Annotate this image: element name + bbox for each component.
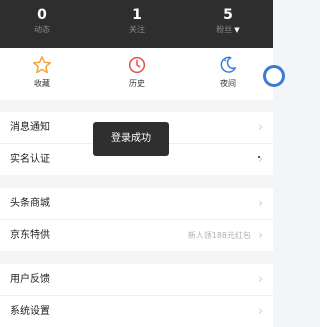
stat-following-label: 关注 xyxy=(129,25,145,34)
menu-item-system-settings-label: 系统设置 xyxy=(10,306,50,317)
stat-posts-label: 动态 xyxy=(34,25,50,34)
moon-icon xyxy=(220,56,237,73)
side-dot xyxy=(258,156,260,158)
stat-followers[interactable]: 5 粉丝 ▼ xyxy=(198,6,258,36)
quick-action-night-mode[interactable]: 夜间 xyxy=(198,54,258,90)
promo-text: 新人领188元红包 xyxy=(187,231,251,240)
menu-item-jd-special[interactable]: 京东特供 新人领188元红包 › xyxy=(0,220,273,251)
quick-actions-bar: 收藏 历史 夜间 xyxy=(0,48,273,100)
menu-group-shopping: 头条商城 › 京东特供 新人领188元红包 › xyxy=(0,188,273,251)
stat-following-value: 1 xyxy=(132,7,142,23)
chevron-right-icon: › xyxy=(258,196,263,210)
chevron-right-icon: › xyxy=(258,228,263,242)
quick-action-history-label: 历史 xyxy=(129,79,145,88)
stat-followers-value: 5 xyxy=(223,7,233,23)
caret-down-icon: ▼ xyxy=(234,26,240,34)
menu-item-feedback[interactable]: 用户反馈 › xyxy=(0,264,273,296)
menu-item-jd-special-label: 京东特供 xyxy=(10,230,50,241)
chevron-right-icon: › xyxy=(258,120,263,134)
profile-stats-bar: 0 动态 1 关注 5 粉丝 ▼ xyxy=(0,0,273,48)
quick-action-night-mode-label: 夜间 xyxy=(220,79,236,88)
menu-item-mall[interactable]: 头条商城 › xyxy=(0,188,273,220)
login-success-toast: 登录成功 xyxy=(93,122,169,156)
stat-followers-label: 粉丝 xyxy=(216,25,233,34)
chevron-right-icon: › xyxy=(258,272,263,286)
stat-followers-label-wrap: 粉丝 ▼ xyxy=(198,24,258,36)
chevron-right-icon: › xyxy=(258,304,263,318)
menu-item-notifications-label: 消息通知 xyxy=(10,122,50,133)
quick-action-favorites-label: 收藏 xyxy=(34,79,50,88)
more-actions-indicator[interactable] xyxy=(263,65,285,87)
menu-item-mall-label: 头条商城 xyxy=(10,198,50,209)
stat-posts-value: 0 xyxy=(37,7,47,23)
clock-icon xyxy=(128,56,146,74)
stat-posts[interactable]: 0 动态 xyxy=(12,6,72,36)
chevron-right-icon: › xyxy=(258,152,263,166)
menu-item-system-settings[interactable]: 系统设置 › xyxy=(0,296,273,327)
menu-group-settings: 用户反馈 › 系统设置 › xyxy=(0,264,273,327)
star-icon xyxy=(33,56,51,74)
menu-item-verification-label: 实名认证 xyxy=(10,154,50,165)
stat-following[interactable]: 1 关注 xyxy=(107,6,167,36)
menu-item-feedback-label: 用户反馈 xyxy=(10,274,50,285)
quick-action-favorites[interactable]: 收藏 xyxy=(12,54,72,90)
quick-action-history[interactable]: 历史 xyxy=(107,54,167,90)
